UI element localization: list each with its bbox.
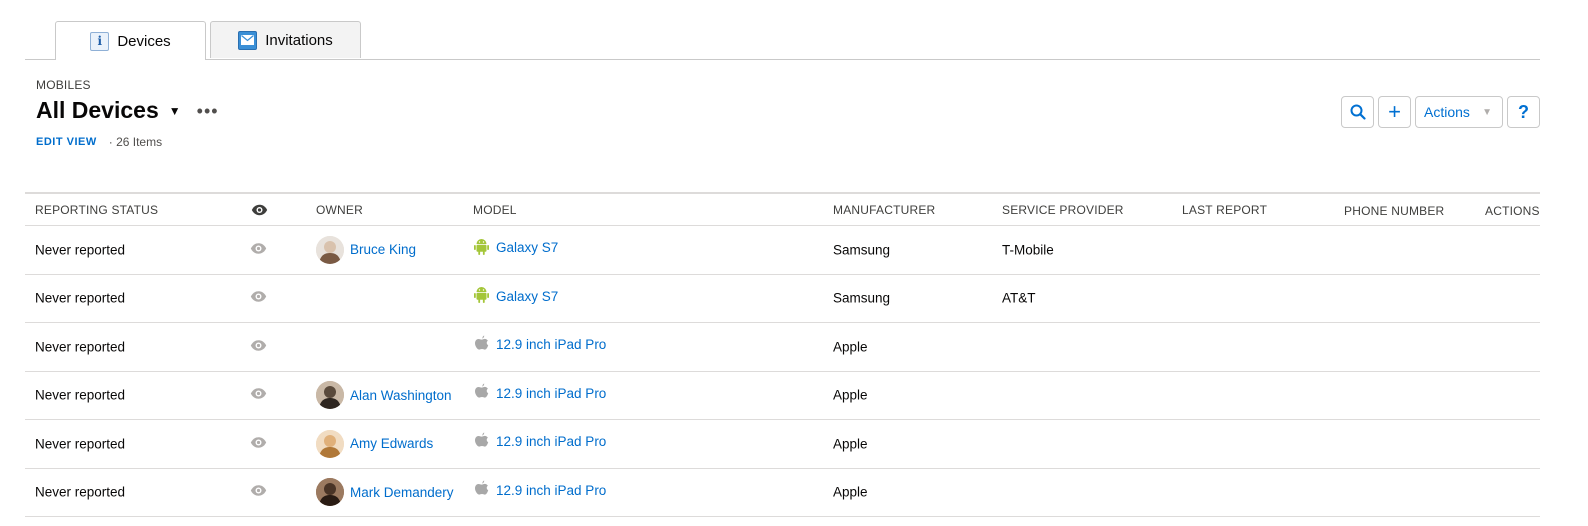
manufacturer: Apple: [833, 436, 868, 452]
apple-icon: [474, 383, 489, 403]
model-link[interactable]: 12.9 inch iPad Pro: [496, 386, 606, 401]
table-row[interactable]: Never reported Galaxy S7 Samsung AT&T: [25, 275, 1540, 323]
tab-bar: i Devices Invitations: [25, 0, 1540, 60]
chevron-down-icon: ▼: [1482, 106, 1492, 118]
col-phone-number[interactable]: PHONE NUMBER: [1344, 204, 1444, 218]
col-model[interactable]: MODEL: [473, 203, 517, 217]
plus-icon: +: [1388, 99, 1401, 124]
more-options-icon[interactable]: •••: [197, 102, 219, 120]
owner-link[interactable]: Amy Edwards: [350, 436, 433, 451]
help-button[interactable]: ?: [1507, 96, 1540, 128]
add-button[interactable]: +: [1378, 96, 1411, 128]
help-icon: ?: [1518, 101, 1529, 122]
eye-icon[interactable]: [250, 242, 267, 257]
reporting-status: Never reported: [35, 290, 126, 306]
manufacturer: Apple: [833, 387, 868, 403]
reporting-status: Never reported: [35, 242, 126, 258]
apple-icon: [474, 432, 489, 452]
model-link[interactable]: 12.9 inch iPad Pro: [496, 337, 606, 352]
eye-icon: [251, 204, 268, 216]
owner-link[interactable]: Bruce King: [350, 242, 416, 257]
tab-invitations[interactable]: Invitations: [210, 21, 361, 58]
title-row: All Devices ▼ •••: [36, 97, 219, 124]
view-meta: EDIT VIEW · 26 Items: [36, 135, 162, 149]
envelope-icon: [238, 30, 258, 50]
table-row[interactable]: Never reported Bruce King Galaxy S7 Sams…: [25, 226, 1540, 275]
table-row[interactable]: Never reported Alan Washington 12.9 inch…: [25, 372, 1540, 420]
eye-icon[interactable]: [250, 339, 267, 354]
eye-icon[interactable]: [250, 291, 267, 306]
tab-devices[interactable]: i Devices: [55, 21, 206, 60]
eye-icon[interactable]: [250, 388, 267, 403]
object-eyebrow: MOBILES: [36, 78, 91, 92]
page-title: All Devices: [36, 97, 159, 123]
search-button[interactable]: [1341, 96, 1374, 128]
model-cell: 12.9 inch iPad Pro: [474, 480, 606, 500]
owner-link[interactable]: Alan Washington: [350, 388, 452, 403]
reporting-status: Never reported: [35, 339, 126, 355]
avatar: [316, 381, 344, 410]
toolbar: + Actions ▼ ?: [1341, 96, 1540, 128]
devices-table: REPORTING STATUS OWNER MODEL MANUFACTURE…: [25, 192, 1540, 517]
eye-icon[interactable]: [250, 436, 267, 451]
col-owner[interactable]: OWNER: [316, 203, 363, 217]
table-header: REPORTING STATUS OWNER MODEL MANUFACTURE…: [25, 192, 1540, 226]
tab-invitations-label: Invitations: [265, 31, 333, 49]
actions-label: Actions: [1424, 104, 1470, 120]
avatar: [316, 478, 344, 507]
edit-view-link[interactable]: EDIT VIEW: [36, 136, 97, 148]
manufacturer: Samsung: [833, 290, 891, 306]
manufacturer: Samsung: [833, 242, 891, 258]
model-link[interactable]: 12.9 inch iPad Pro: [496, 434, 606, 449]
search-icon: [1350, 104, 1366, 120]
apple-icon: [474, 480, 489, 500]
col-last-report[interactable]: LAST REPORT: [1182, 203, 1267, 217]
info-icon: i: [90, 31, 110, 51]
items-count: · 26 Items: [108, 135, 163, 149]
model-link[interactable]: 12.9 inch iPad Pro: [496, 483, 606, 498]
owner-cell: Amy Edwards: [316, 429, 433, 458]
col-visibility[interactable]: [251, 204, 268, 219]
manufacturer: Apple: [833, 484, 868, 500]
owner-cell: Mark Demandery: [316, 478, 454, 507]
model-cell: Galaxy S7: [474, 286, 558, 306]
tab-devices-label: Devices: [117, 32, 171, 50]
reporting-status: Never reported: [35, 484, 126, 500]
model-cell: 12.9 inch iPad Pro: [474, 383, 606, 403]
col-actions[interactable]: ACTIONS: [1485, 204, 1540, 218]
page: i Devices Invitations MOBILES All Device…: [0, 0, 1588, 526]
model-cell: 12.9 inch iPad Pro: [474, 432, 606, 452]
actions-dropdown[interactable]: Actions ▼: [1415, 96, 1503, 128]
android-icon: [474, 238, 489, 258]
model-cell: 12.9 inch iPad Pro: [474, 335, 606, 355]
manufacturer: Apple: [833, 339, 868, 355]
model-link[interactable]: Galaxy S7: [496, 240, 558, 255]
reporting-status: Never reported: [35, 436, 126, 452]
owner-cell: Alan Washington: [316, 381, 452, 410]
service-provider: T-Mobile: [1002, 242, 1054, 258]
owner-link[interactable]: Mark Demandery: [350, 485, 454, 500]
col-service-provider[interactable]: SERVICE PROVIDER: [1002, 203, 1124, 217]
owner-cell: Bruce King: [316, 235, 416, 264]
model-link[interactable]: Galaxy S7: [496, 289, 558, 304]
col-reporting-status[interactable]: REPORTING STATUS: [35, 203, 158, 217]
table-body: Never reported Bruce King Galaxy S7 Sams…: [25, 226, 1540, 517]
apple-icon: [474, 335, 489, 355]
list-view-caret-icon[interactable]: ▼: [169, 104, 181, 118]
col-manufacturer[interactable]: MANUFACTURER: [833, 203, 935, 217]
table-row[interactable]: Never reported 12.9 inch iPad Pro Apple: [25, 323, 1540, 372]
reporting-status: Never reported: [35, 387, 126, 403]
model-cell: Galaxy S7: [474, 238, 558, 258]
table-row[interactable]: Never reported Mark Demandery 12.9 inch …: [25, 469, 1540, 517]
eye-icon[interactable]: [250, 485, 267, 500]
table-row[interactable]: Never reported Amy Edwards 12.9 inch iPa…: [25, 420, 1540, 469]
avatar: [316, 235, 344, 264]
avatar: [316, 429, 344, 458]
service-provider: AT&T: [1002, 290, 1036, 306]
android-icon: [474, 286, 489, 306]
